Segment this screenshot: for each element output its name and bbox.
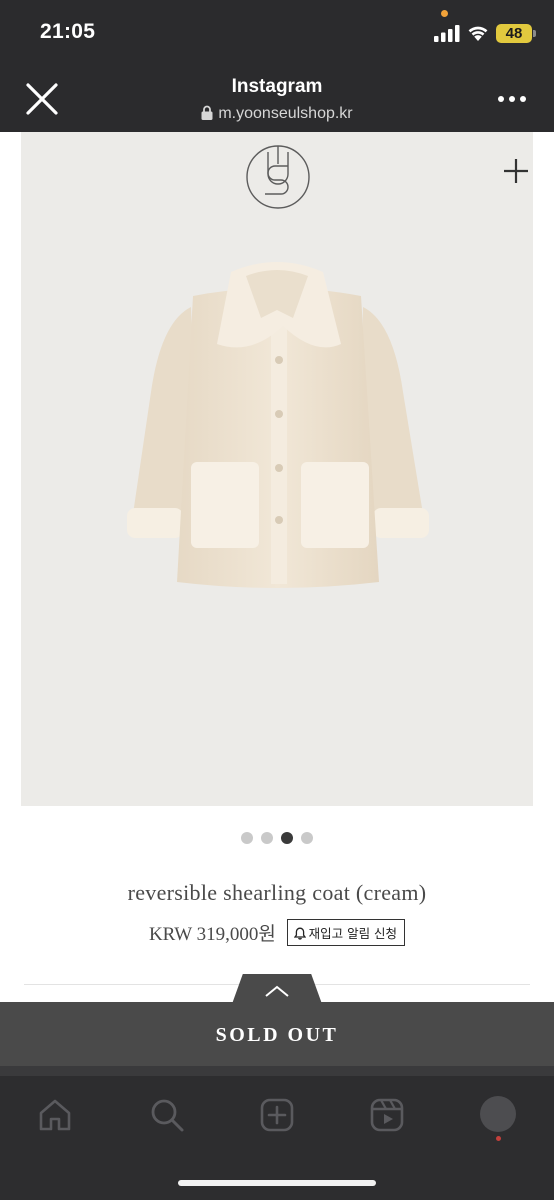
more-icon[interactable] <box>496 94 528 104</box>
carousel-dot-active[interactable] <box>281 832 293 844</box>
product-price: KRW 319,000원 <box>148 924 276 945</box>
create-icon[interactable] <box>258 1096 296 1134</box>
lock-icon <box>201 105 213 120</box>
status-time: 21:05 <box>40 20 96 43</box>
restock-alert-button[interactable]: 재입고 알림 신청 <box>286 919 406 946</box>
image-carousel-dots <box>0 831 554 844</box>
carousel-dot[interactable] <box>301 832 313 844</box>
browser-nav-bar: Instagram m.yoonseulshop.kr <box>0 66 554 132</box>
browser-url-text: m.yoonseulshop.kr <box>218 105 353 122</box>
home-indicator[interactable] <box>178 1180 376 1186</box>
plus-icon[interactable] <box>503 158 529 184</box>
carousel-dot[interactable] <box>241 832 253 844</box>
search-icon[interactable] <box>148 1096 186 1134</box>
coat-photo <box>127 262 429 588</box>
browser-title: Instagram <box>231 76 323 97</box>
product-page: reversible shearling coat (cream) KRW 31… <box>0 132 554 1002</box>
notification-dot <box>496 1136 501 1141</box>
home-icon[interactable] <box>36 1096 74 1134</box>
brand-logo-icon[interactable] <box>245 144 311 210</box>
battery-icon: 48 <box>496 24 536 43</box>
sold-out-bar: SOLD OUT <box>0 1002 554 1066</box>
signal-icon <box>434 25 460 42</box>
chevron-up-icon <box>265 985 289 997</box>
sold-out-button[interactable]: SOLD OUT <box>0 1024 554 1047</box>
restock-alert-label: 재입고 알림 신청 <box>308 926 398 941</box>
bell-icon <box>293 927 306 940</box>
browser-url[interactable]: m.yoonseulshop.kr <box>0 105 554 123</box>
status-bar: 21:05 48 <box>0 0 554 66</box>
product-image[interactable] <box>21 132 533 806</box>
tab-bar-edge <box>0 1066 554 1076</box>
sold-out-expand-tab[interactable] <box>232 974 322 1004</box>
wifi-icon <box>468 26 488 41</box>
privacy-indicator-dot <box>441 10 448 17</box>
carousel-dot[interactable] <box>261 832 273 844</box>
product-title: reversible shearling coat (cream) <box>127 880 427 905</box>
reels-icon[interactable] <box>368 1096 406 1134</box>
page-gutter <box>0 132 21 812</box>
profile-avatar[interactable] <box>480 1096 516 1132</box>
price-row: KRW 319,000원 재입고 알림 신청 <box>0 919 554 946</box>
